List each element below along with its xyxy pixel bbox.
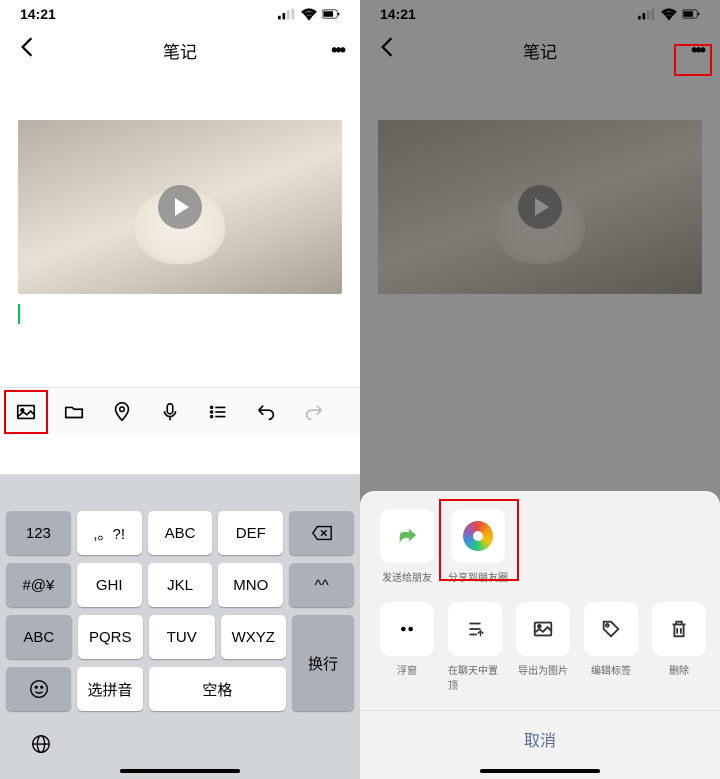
key-tuv[interactable]: TUV xyxy=(149,615,215,659)
redo-icon xyxy=(303,401,325,423)
text-cursor xyxy=(18,304,20,324)
action-export-image[interactable]: 导出为图片 xyxy=(516,602,570,692)
battery-icon xyxy=(322,5,340,23)
export-image-icon xyxy=(532,618,554,640)
status-time: 14:21 xyxy=(20,6,56,22)
list-icon xyxy=(207,401,229,423)
share-label: 发送给朋友 xyxy=(382,569,432,584)
undo-button[interactable] xyxy=(244,390,288,434)
key-wxyz[interactable]: WXYZ xyxy=(221,615,287,659)
key-pqrs[interactable]: PQRS xyxy=(78,615,144,659)
share-send-friend[interactable]: 发送给朋友 xyxy=(380,509,434,584)
backspace-icon xyxy=(311,522,333,544)
highlight-more xyxy=(674,44,712,76)
action-label: 删除 xyxy=(669,662,689,677)
globe-button[interactable] xyxy=(0,719,360,769)
action-label: 在聊天中置顶 xyxy=(448,662,502,692)
tag-icon xyxy=(600,618,622,640)
action-float[interactable]: 浮窗 xyxy=(380,602,434,692)
image-icon xyxy=(15,401,37,423)
folder-button[interactable] xyxy=(52,390,96,434)
share-row-1: 发送给朋友 分享到朋友圈 xyxy=(360,509,720,602)
mic-button[interactable] xyxy=(148,390,192,434)
home-indicator-r xyxy=(480,769,600,773)
action-edit-tag[interactable]: 编辑标签 xyxy=(584,602,638,692)
emoji-icon xyxy=(28,678,50,700)
moments-icon xyxy=(463,521,493,551)
key-abc-switch[interactable]: ABC xyxy=(6,615,72,659)
key-punct[interactable]: ,。?! xyxy=(77,511,142,555)
key-space[interactable]: 空格 xyxy=(149,667,286,711)
trash-icon xyxy=(668,618,690,640)
share-sheet: 发送给朋友 分享到朋友圈 浮窗 在聊天中置顶 xyxy=(360,491,720,779)
folder-icon xyxy=(63,401,85,423)
globe-icon xyxy=(30,733,52,755)
key-123[interactable]: 123 xyxy=(6,511,71,555)
action-label: 编辑标签 xyxy=(591,662,631,677)
forward-icon xyxy=(396,525,418,547)
key-linebreak[interactable]: 换行 xyxy=(292,615,354,711)
key-jkl[interactable]: JKL xyxy=(148,563,213,607)
wifi-icon xyxy=(300,5,318,23)
editor-toolbar xyxy=(0,387,360,435)
action-delete[interactable]: 删除 xyxy=(652,602,706,692)
keyboard: 123 ,。?! ABC DEF #@¥ GHI JKL MNO ^^ ABC xyxy=(0,435,360,779)
key-mno[interactable]: MNO xyxy=(218,563,283,607)
action-label: 浮窗 xyxy=(397,662,417,677)
insert-image-button[interactable] xyxy=(4,390,48,434)
mic-icon xyxy=(159,401,181,423)
keyboard-tabs[interactable] xyxy=(0,435,360,475)
signal-icon xyxy=(278,5,296,23)
status-icons xyxy=(278,5,340,23)
back-button[interactable] xyxy=(16,36,38,64)
list-button[interactable] xyxy=(196,390,240,434)
key-backspace[interactable] xyxy=(289,511,354,555)
action-pin[interactable]: 在聊天中置顶 xyxy=(448,602,502,692)
share-row-2: 浮窗 在聊天中置顶 导出为图片 编辑标签 xyxy=(360,602,720,710)
play-icon xyxy=(158,185,202,229)
page-title: 笔记 xyxy=(163,38,197,63)
dots-icon xyxy=(396,618,418,640)
video-thumbnail[interactable] xyxy=(18,120,342,294)
key-pinyin[interactable]: 选拼音 xyxy=(77,667,142,711)
key-ghi[interactable]: GHI xyxy=(77,563,142,607)
location-icon xyxy=(111,401,133,423)
nav-bar: 笔记 ••• xyxy=(0,28,360,72)
key-emoji[interactable] xyxy=(6,667,71,711)
key-caret[interactable]: ^^ xyxy=(289,563,354,607)
undo-icon xyxy=(255,401,277,423)
key-symbols[interactable]: #@¥ xyxy=(6,563,71,607)
pin-icon xyxy=(464,618,486,640)
status-bar: 14:21 xyxy=(0,0,360,28)
home-indicator xyxy=(120,769,240,773)
more-button[interactable]: ••• xyxy=(331,40,344,61)
key-def[interactable]: DEF xyxy=(218,511,283,555)
location-button[interactable] xyxy=(100,390,144,434)
redo-button[interactable] xyxy=(292,390,336,434)
action-label: 导出为图片 xyxy=(518,662,568,677)
key-abc[interactable]: ABC xyxy=(148,511,213,555)
